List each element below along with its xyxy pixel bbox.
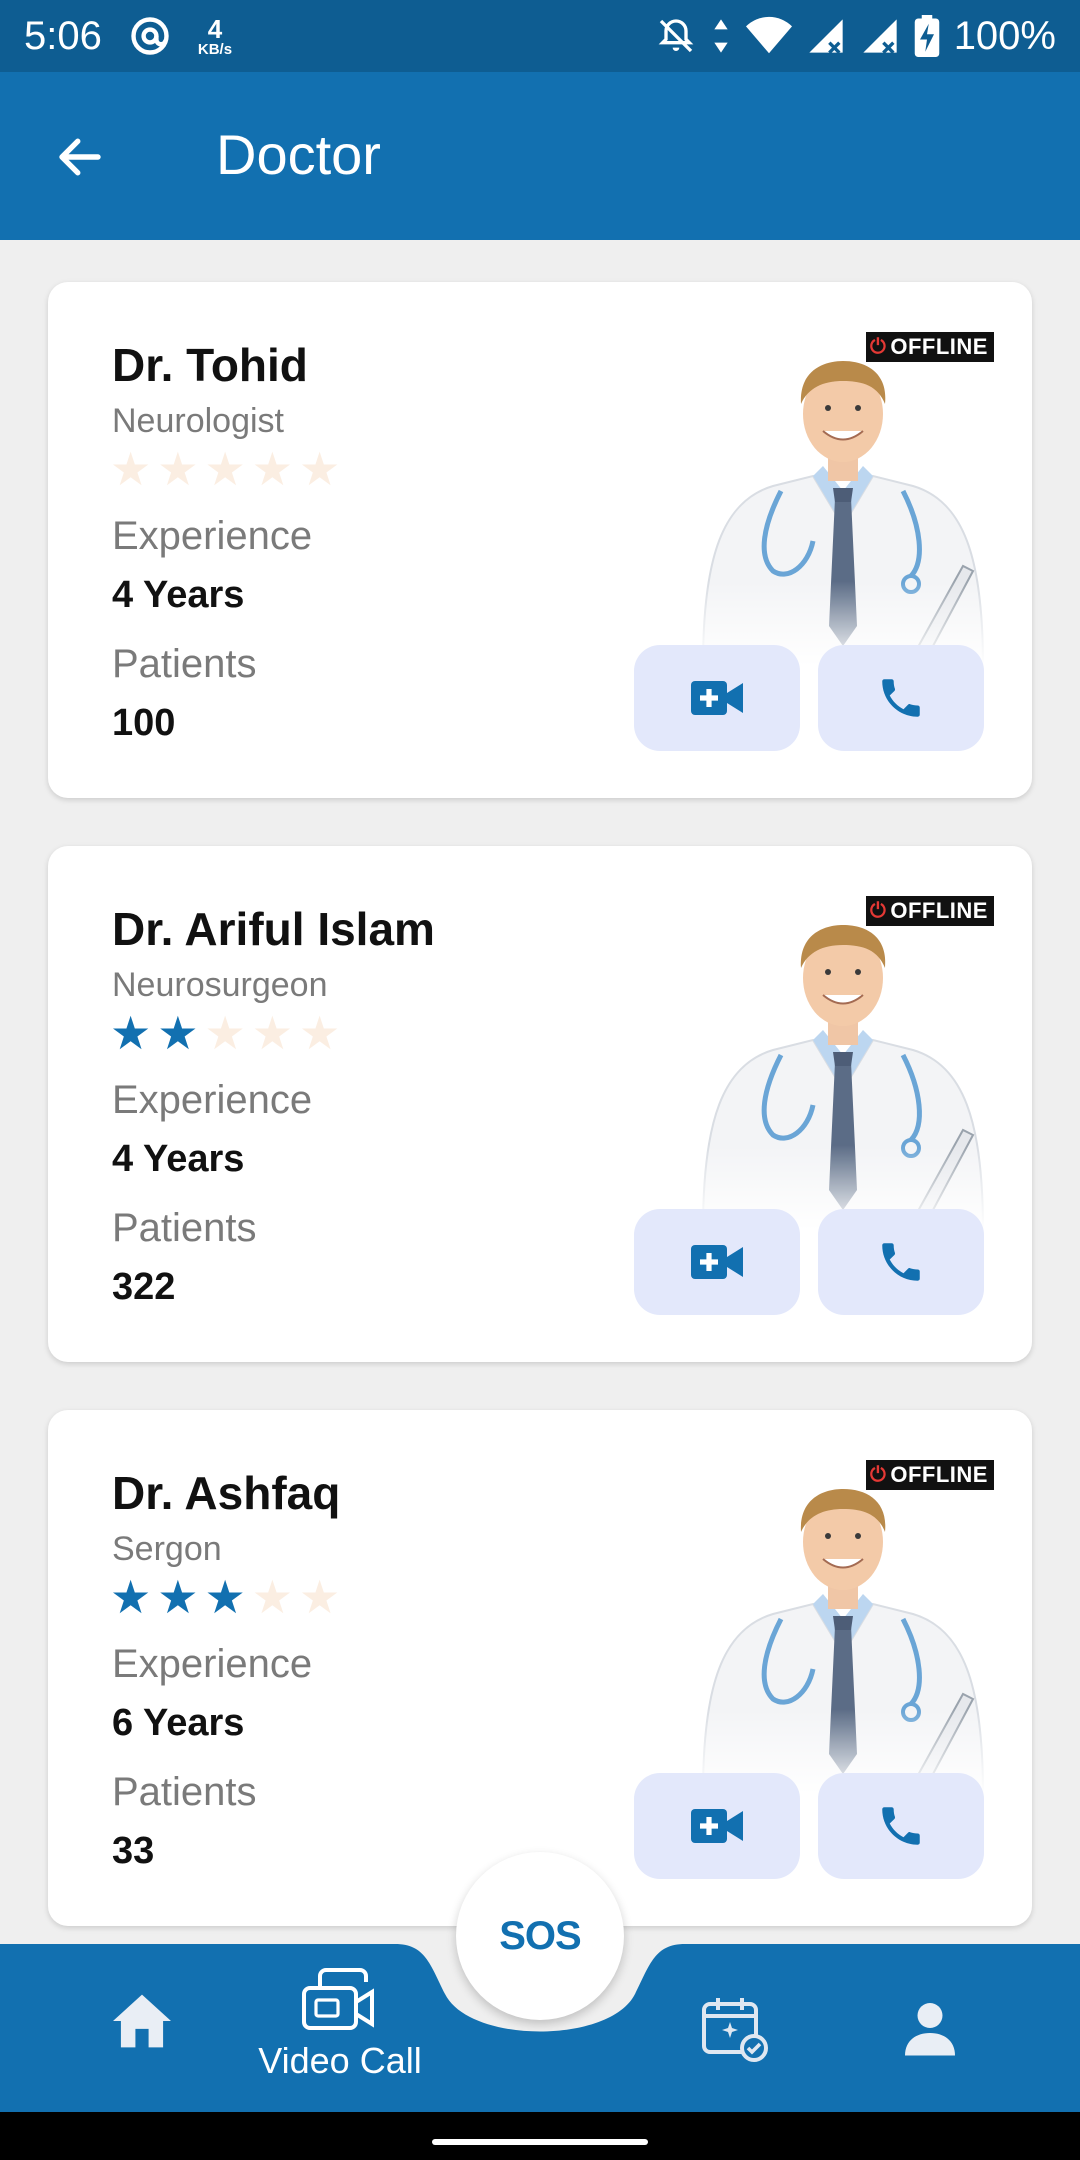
page-title: Doctor [216,123,381,186]
nav-home[interactable] [110,1992,174,2050]
doctor-name: Dr. Tohid [112,339,308,391]
offline-badge: ⏻ OFFLINE [866,332,994,362]
patients-value: 322 [112,1266,176,1308]
experience-value: 6 Years [112,1702,245,1744]
battery-charging-icon [914,15,939,57]
notifications-off-icon [658,19,694,53]
calendar-check-icon [702,1998,768,2062]
home-gesture-handle[interactable] [432,2139,648,2145]
patients-label: Patients [112,1770,257,1814]
nav-video-call[interactable]: Video Call [240,1964,440,2082]
doctor-specialty: Neurosurgeon [112,966,328,1004]
power-icon: ⏻ [870,899,887,922]
offline-badge: ⏻ OFFLINE [866,1460,994,1490]
nav-appointments[interactable] [700,1992,772,2064]
person-icon [905,2003,955,2056]
star-icon: ★ [110,1571,152,1623]
star-icon: ★ [299,1007,341,1059]
star-icon: ★ [110,443,152,495]
video-add-icon [691,1809,743,1843]
patients-label: Patients [112,642,257,686]
battery-percent: 100% [953,13,1056,58]
power-icon: ⏻ [870,335,887,358]
signal-icon [809,19,843,54]
network-speed: 4 KB/s [197,13,233,58]
status-bar: 5:06 4 KB/s 100% [0,0,1080,72]
doctor-photo [663,1454,1023,1794]
patients-label: Patients [112,1206,257,1250]
doctor-card[interactable]: Dr. Ariful Islam Neurosurgeon ★ ★ ★ ★ ★ Expe… [48,846,1032,1362]
star-icon: ★ [157,1007,199,1059]
rating-stars: ★ ★ ★ ★ ★ [110,1010,340,1056]
system-navigation-bar [0,2112,1080,2160]
video-call-icon [302,1968,374,2030]
star-icon: ★ [251,1007,293,1059]
nav-profile[interactable] [900,1998,960,2058]
signal-icon-2 [863,19,897,54]
back-button[interactable] [50,127,110,187]
video-add-icon [691,681,743,715]
home-icon [113,1994,171,2048]
video-add-icon [691,1245,743,1279]
phone-icon [882,679,920,717]
doctor-card[interactable]: Dr. Tohid Neurologist ★ ★ ★ ★ ★ Experience 4… [48,282,1032,798]
star-icon: ★ [251,1571,293,1623]
doctor-card[interactable]: Dr. Ashfaq Sergon ★ ★ ★ ★ ★ Experience 6 Yea… [48,1410,1032,1926]
status-time: 5:06 [24,13,102,58]
rating-stars: ★ ★ ★ ★ ★ [110,446,340,492]
patients-value: 33 [112,1830,155,1872]
star-icon: ★ [204,443,246,495]
star-icon: ★ [110,1007,152,1059]
arrow-left-icon [59,138,101,176]
sos-button[interactable]: SOS [456,1852,624,2020]
at-sign-icon [131,17,169,55]
video-call-button[interactable] [634,645,800,751]
doctor-name: Dr. Ariful Islam [112,903,435,955]
phone-call-button[interactable] [818,1773,984,1879]
star-icon: ★ [157,443,199,495]
video-call-button[interactable] [634,1209,800,1315]
doctor-specialty: Neurologist [112,402,284,440]
experience-value: 4 Years [112,574,245,616]
doctor-photo [663,890,1023,1230]
patients-value: 100 [112,702,176,744]
star-icon: ★ [299,443,341,495]
app-bar: Doctor [0,72,1080,240]
phone-call-button[interactable] [818,1209,984,1315]
video-call-button[interactable] [634,1773,800,1879]
doctor-photo [663,326,1023,666]
phone-call-button[interactable] [818,645,984,751]
experience-label: Experience [112,1078,313,1122]
wifi-icon [745,16,792,54]
data-transfer-icon [714,19,728,53]
offline-badge: ⏻ OFFLINE [866,896,994,926]
star-icon: ★ [157,1571,199,1623]
star-icon: ★ [251,443,293,495]
doctor-name: Dr. Ashfaq [112,1467,341,1519]
experience-value: 4 Years [112,1138,245,1180]
power-icon: ⏻ [870,1463,887,1486]
star-icon: ★ [299,1571,341,1623]
doctor-specialty: Sergon [112,1530,222,1568]
phone-icon [882,1243,920,1281]
nav-video-call-label: Video Call [258,2040,422,2081]
star-icon: ★ [204,1571,246,1623]
rating-stars: ★ ★ ★ ★ ★ [110,1574,340,1620]
experience-label: Experience [112,1642,313,1686]
star-icon: ★ [204,1007,246,1059]
phone-icon [882,1807,920,1845]
experience-label: Experience [112,514,313,558]
